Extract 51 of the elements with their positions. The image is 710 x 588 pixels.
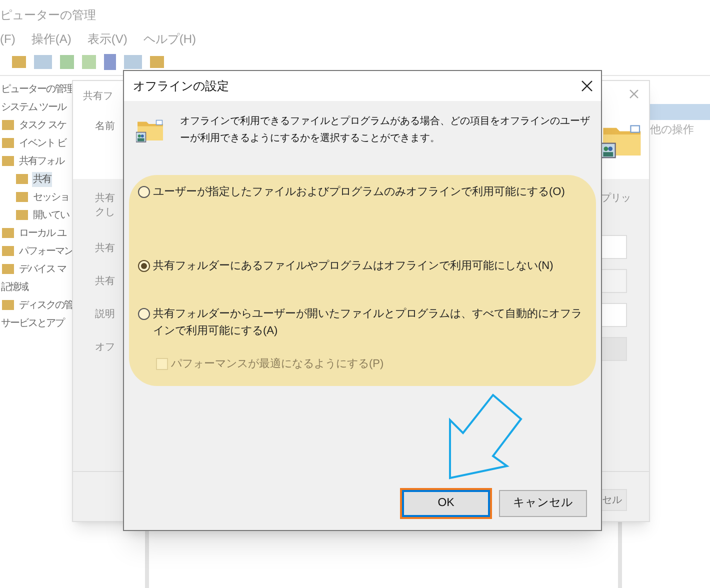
node-icon: [2, 138, 14, 148]
intro-text: プリッ: [601, 192, 631, 206]
dialog-button[interactable]: キャンセル: [499, 490, 587, 517]
text-field[interactable]: [601, 303, 627, 327]
radio-button[interactable]: [138, 308, 150, 320]
tree-item[interactable]: 共有: [32, 172, 52, 186]
tree-item[interactable]: サービスとアプ: [0, 316, 65, 330]
radio-option[interactable]: 共有フォルダーからユーザーが開いたファイルとプログラムは、すべて自動的にオフラインで利用可能にする(A): [138, 306, 586, 354]
actions-heading: [650, 104, 710, 120]
tree-item[interactable]: 記憶域: [0, 280, 29, 294]
text-field[interactable]: [601, 235, 627, 259]
tree-item[interactable]: イベント ビ: [18, 136, 67, 150]
node-icon: [2, 228, 14, 238]
intro-text: クし: [95, 206, 115, 220]
field-label: 説明: [95, 308, 115, 322]
radio-option[interactable]: ユーザーが指定したファイルおよびプログラムのみオフラインで利用可能にする(O): [138, 184, 586, 258]
intro-text: 共有: [95, 192, 115, 206]
text-field[interactable]: [601, 269, 627, 293]
tree-item[interactable]: システム ツール: [0, 100, 67, 114]
node-icon: [16, 192, 28, 202]
name-label: 名前: [95, 120, 115, 134]
tree-item[interactable]: 共有フォル: [18, 154, 65, 168]
node-icon: [2, 120, 14, 130]
field-label: 共有: [95, 274, 115, 289]
folder-icon[interactable]: [12, 56, 26, 68]
radio-button[interactable]: [138, 260, 150, 272]
field-label: 共有: [95, 242, 115, 256]
radio-option[interactable]: 共有フォルダーにあるファイルやプログラムはオフラインで利用可能にしない(N): [138, 258, 586, 306]
node-icon: [2, 156, 14, 166]
window-title: ピューターの管理: [0, 7, 96, 24]
folder-icon[interactable]: [150, 56, 164, 68]
radio-button[interactable]: [138, 186, 150, 198]
tree-item[interactable]: 開いてい: [32, 208, 70, 222]
field-label: オフ: [95, 341, 115, 355]
close-icon[interactable]: [581, 80, 593, 92]
actions-label: 他の操作: [650, 123, 695, 138]
tree-item[interactable]: ローカル ユ: [18, 226, 67, 240]
tree-item[interactable]: セッショ: [32, 190, 70, 204]
tree-item[interactable]: デバイス マ: [18, 262, 67, 276]
node-icon: [2, 246, 14, 256]
tree-item[interactable]: タスク スケ: [18, 118, 67, 132]
description: オフラインで利用できるファイルとプログラムがある場合、どの項目をオフラインのユーザーが利用できるようにするかを選択することができます。: [180, 114, 591, 146]
window-title: 共有フ: [83, 90, 113, 104]
offline-button[interactable]: [601, 337, 627, 361]
node-icon: [16, 210, 28, 220]
dialog-title: オフラインの設定: [133, 78, 229, 95]
menu-item[interactable]: 操作(A): [31, 30, 72, 48]
node-icon: [2, 264, 14, 274]
node-icon: [2, 300, 14, 310]
dialog-button[interactable]: OK: [402, 490, 490, 517]
node-icon: [16, 174, 28, 184]
